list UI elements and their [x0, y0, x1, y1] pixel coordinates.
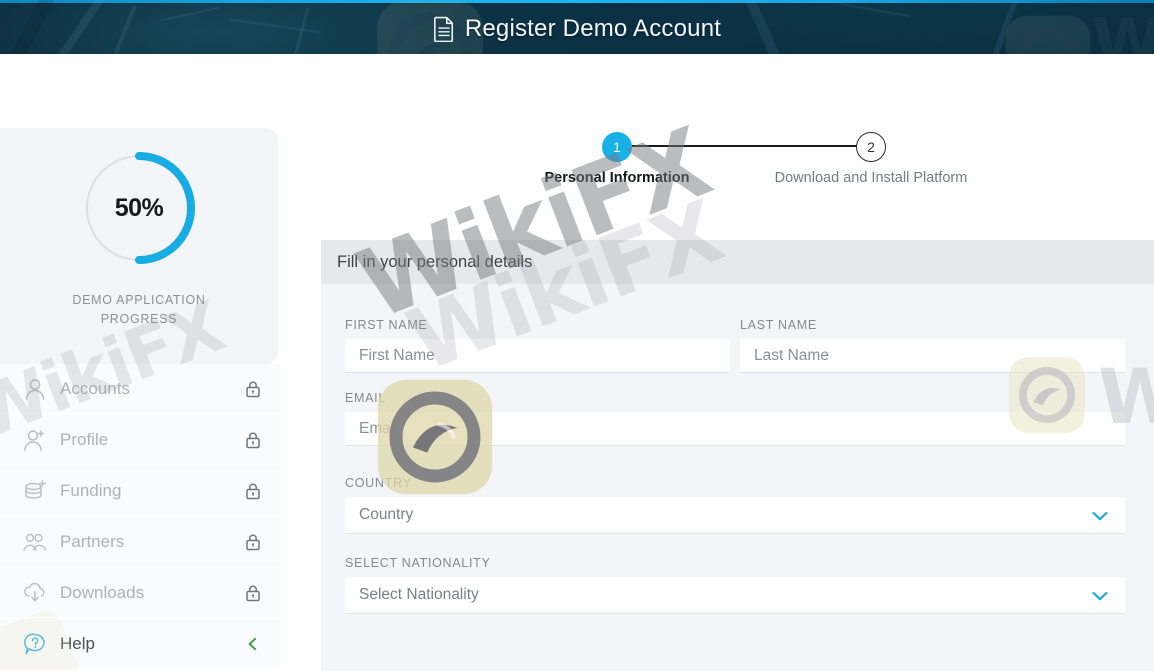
progress-card: 50% DEMO APPLICATION PROGRESS — [0, 128, 278, 364]
country-field-group: COUNTRY Country — [345, 476, 1125, 534]
main-content: 1 2 Personal Information Download and In… — [280, 54, 1154, 671]
sidebar-item-profile[interactable]: Profile — [0, 415, 280, 465]
page-header: W Register Demo Account — [0, 0, 1154, 54]
personal-details-panel: Fill in your personal details FIRST NAME… — [321, 240, 1154, 671]
header-content: Register Demo Account — [0, 0, 1154, 54]
sidebar-item-label: Partners — [60, 531, 125, 551]
sidebar-item-label: Help — [60, 633, 95, 653]
country-label: COUNTRY — [345, 476, 412, 490]
stepper-step-1-caption: Personal Information — [544, 170, 690, 186]
sidebar-item-label: Profile — [60, 429, 109, 449]
email-field-group: EMAIL — [345, 391, 1125, 446]
stepper-connector — [617, 145, 871, 147]
progress-caption-line2: PROGRESS — [100, 312, 178, 326]
first-name-field-group: FIRST NAME — [345, 318, 730, 373]
lock-icon — [246, 534, 260, 550]
last-name-label: LAST NAME — [740, 318, 817, 332]
progress-caption-line1: DEMO APPLICATION — [72, 293, 206, 307]
chevron-down-icon[interactable] — [1089, 585, 1111, 607]
lock-icon — [246, 585, 260, 601]
nationality-label: SELECT NATIONALITY — [345, 556, 491, 570]
sidebar-item-accounts[interactable]: Accounts — [0, 364, 280, 414]
lock-icon — [246, 483, 260, 499]
sidebar: 50% DEMO APPLICATION PROGRESS Accounts P… — [0, 54, 280, 671]
page-title: Register Demo Account — [464, 14, 722, 42]
stepper-step-2-number: 2 — [867, 139, 875, 155]
panel-header: Fill in your personal details — [321, 240, 1154, 284]
page-root: W Register Demo Account 50% DEMO APPLICA… — [0, 0, 1154, 671]
user-icon — [25, 378, 45, 400]
country-select[interactable]: Country — [345, 497, 1125, 534]
sidebar-item-label: Accounts — [60, 378, 130, 398]
panel-body: FIRST NAME LAST NAME EMAIL COUNTRY Co — [321, 284, 1154, 614]
sidebar-item-funding[interactable]: Funding — [0, 466, 280, 516]
users-group-icon — [23, 533, 47, 551]
stepper-step-1[interactable]: 1 — [602, 132, 632, 162]
email-label: EMAIL — [345, 391, 387, 405]
stepper-step-2-caption: Download and Install Platform — [774, 170, 968, 186]
first-name-label: FIRST NAME — [345, 318, 428, 332]
document-icon — [433, 16, 453, 42]
nationality-select-value: Select Nationality — [345, 577, 1125, 614]
last-name-input[interactable] — [740, 339, 1125, 373]
last-name-field-group: LAST NAME — [740, 318, 1125, 373]
nationality-select[interactable]: Select Nationality — [345, 577, 1125, 614]
sidebar-item-help[interactable]: Help — [0, 619, 280, 669]
stepper-step-1-number: 1 — [613, 139, 621, 155]
lock-icon — [246, 381, 260, 397]
sidebar-item-downloads[interactable]: Downloads — [0, 568, 280, 618]
question-bubble-icon — [24, 633, 45, 654]
progress-percent: 50% — [114, 193, 164, 222]
chevron-left-icon[interactable] — [244, 635, 262, 653]
progress-ring: 50% — [81, 150, 197, 266]
panel-title: Fill in your personal details — [337, 252, 533, 271]
nationality-field-group: SELECT NATIONALITY Select Nationality — [345, 556, 1125, 614]
sidebar-item-partners[interactable]: Partners — [0, 517, 280, 567]
coins-stack-icon — [25, 479, 46, 499]
sidebar-nav: Accounts Profile Funding Partners Downlo… — [0, 364, 280, 669]
email-input[interactable] — [345, 412, 1125, 446]
stepper: 1 2 Personal Information Download and In… — [280, 54, 1154, 186]
cloud-download-icon — [24, 582, 45, 601]
progress-caption: DEMO APPLICATION PROGRESS — [0, 291, 278, 329]
user-plus-icon — [24, 429, 45, 451]
chevron-down-icon[interactable] — [1089, 505, 1111, 527]
name-row: FIRST NAME LAST NAME — [345, 318, 1125, 373]
first-name-input[interactable] — [345, 339, 730, 373]
stepper-step-2[interactable]: 2 — [856, 132, 886, 162]
sidebar-item-label: Downloads — [60, 582, 145, 602]
country-select-value: Country — [345, 497, 1125, 534]
sidebar-item-label: Funding — [60, 480, 122, 500]
lock-icon — [246, 432, 260, 448]
